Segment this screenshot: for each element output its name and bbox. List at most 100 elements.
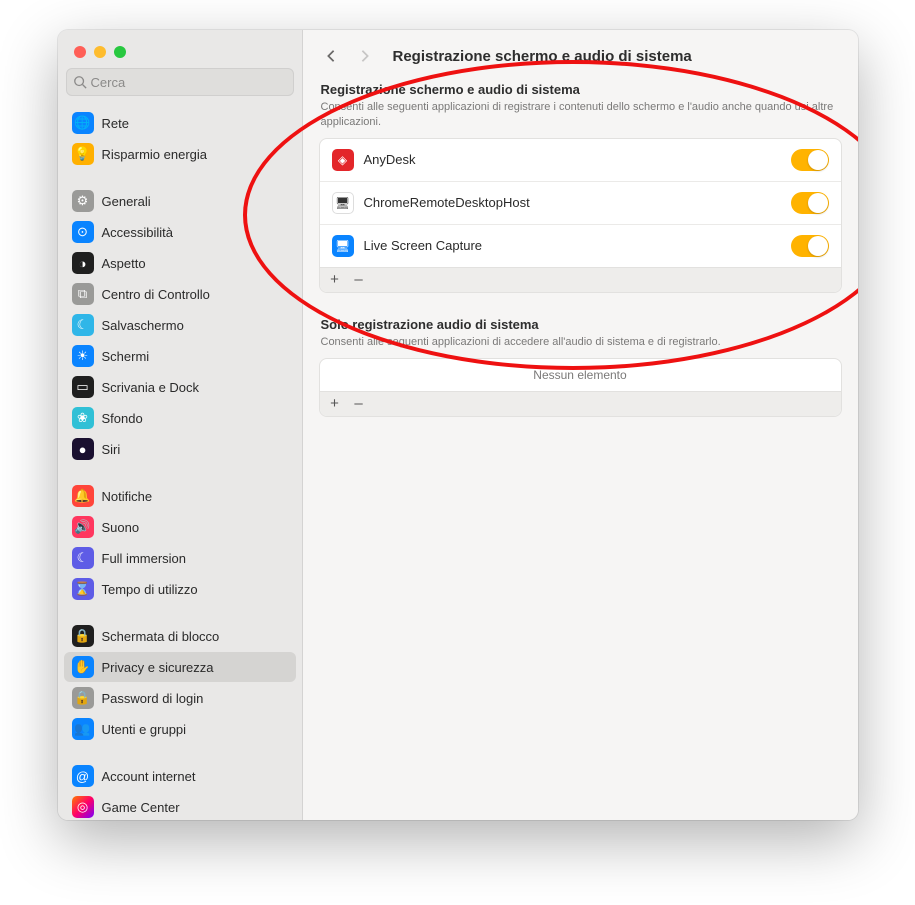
sidebar-item-label: Salvaschermo xyxy=(102,318,184,333)
sidebar-item-label: Account internet xyxy=(102,769,196,784)
sidebar: 🌐 Rete 💡 Risparmio energia ⚙Generali ⊙ Accessi… xyxy=(58,30,303,820)
sidebar-item-label: Tempo di utilizzo xyxy=(102,582,198,597)
sidebar-icon: ☀ xyxy=(72,345,94,367)
sidebar-icon: ⊙ xyxy=(72,221,94,243)
sidebar-list[interactable]: 🌐 Rete 💡 Risparmio energia ⚙Generali ⊙ Accessi… xyxy=(58,104,302,820)
sidebar-item-label: Privacy e sicurezza xyxy=(102,660,214,675)
back-button[interactable] xyxy=(319,44,343,68)
sidebar-item[interactable]: ☾ Salvaschermo xyxy=(64,310,296,340)
empty-list-label: Nessun elemento xyxy=(320,359,841,391)
sidebar-item[interactable]: 🔔 Notifiche xyxy=(64,481,296,511)
sidebar-item[interactable]: 👥 Utenti e gruppi xyxy=(64,714,296,744)
sidebar-item-label: Aspetto xyxy=(102,256,146,271)
sidebar-icon: 🔒 xyxy=(72,625,94,647)
app-row: ◈AnyDesk xyxy=(320,139,841,182)
section2-title: Solo registrazione audio di sistema xyxy=(321,317,840,332)
sidebar-item[interactable]: @ Account internet xyxy=(64,761,296,791)
audio-footer: + – xyxy=(320,391,841,416)
apps-footer: + – xyxy=(320,267,841,292)
sidebar-icon: @ xyxy=(72,765,94,787)
close-window-button[interactable] xyxy=(74,46,86,58)
sidebar-item-label: Centro di Controllo xyxy=(102,287,210,302)
sidebar-icon: ☾ xyxy=(72,314,94,336)
sidebar-icon: 💡 xyxy=(72,143,94,165)
sidebar-item-label: Schermi xyxy=(102,349,150,364)
apps-panel: ◈AnyDesk 🖥 ChromeRemoteDesktopHost 🖥 Live Sc… xyxy=(319,138,842,293)
sidebar-item[interactable]: ☀ Schermi xyxy=(64,341,296,371)
sidebar-item-label: Risparmio energia xyxy=(102,147,208,162)
content-scroll[interactable]: Registrazione schermo e audio di sistema… xyxy=(303,80,858,820)
sidebar-item[interactable]: ◎ Game Center xyxy=(64,792,296,820)
sidebar-icon: ▭ xyxy=(72,376,94,398)
remove-audio-app-button[interactable]: – xyxy=(348,394,370,414)
sidebar-icon: 🌐 xyxy=(72,112,94,134)
search-field[interactable] xyxy=(66,68,294,96)
maximize-window-button[interactable] xyxy=(114,46,126,58)
app-icon: 🖥 xyxy=(332,192,354,214)
sidebar-icon: ◑ xyxy=(72,252,94,274)
audio-panel: Nessun elemento + – xyxy=(319,358,842,417)
sidebar-icon: 🔒 xyxy=(72,687,94,709)
sidebar-icon: 🔔 xyxy=(72,485,94,507)
sidebar-item[interactable]: ❀ Sfondo xyxy=(64,403,296,433)
permission-toggle[interactable] xyxy=(791,149,829,171)
sidebar-item-label: Password di login xyxy=(102,691,204,706)
sidebar-item-label: Schermata di blocco xyxy=(102,629,220,644)
sidebar-item-label: Rete xyxy=(102,116,129,131)
app-name-label: ChromeRemoteDesktopHost xyxy=(364,195,791,210)
sidebar-item-label: Accessibilità xyxy=(102,225,174,240)
app-row: 🖥 Live Screen Capture xyxy=(320,225,841,267)
sidebar-icon: ● xyxy=(72,438,94,460)
sidebar-item-label: Scrivania e Dock xyxy=(102,380,200,395)
sidebar-icon: ◎ xyxy=(72,796,94,818)
page-title: Registrazione schermo e audio di sistema xyxy=(393,48,692,65)
sidebar-item[interactable]: 🌐 Rete xyxy=(64,108,296,138)
app-icon: 🖥 xyxy=(332,235,354,257)
sidebar-item[interactable]: ▭ Scrivania e Dock xyxy=(64,372,296,402)
traffic-lights xyxy=(58,30,302,68)
add-audio-app-button[interactable]: + xyxy=(324,394,346,414)
section1-title: Registrazione schermo e audio di sistema xyxy=(321,82,840,97)
sidebar-item-label: Notifiche xyxy=(102,489,153,504)
sidebar-item[interactable]: ⌛Tempo di utilizzo xyxy=(64,574,296,604)
remove-app-button[interactable]: – xyxy=(348,270,370,290)
sidebar-item[interactable]: 🔊 Suono xyxy=(64,512,296,542)
sidebar-item[interactable]: ● Siri xyxy=(64,434,296,464)
sidebar-item[interactable]: ⊙ Accessibilità xyxy=(64,217,296,247)
sidebar-item[interactable]: 🔒 Password di login xyxy=(64,683,296,713)
sidebar-icon: ✋ xyxy=(72,656,94,678)
sidebar-icon: 🔊 xyxy=(72,516,94,538)
sidebar-item-label: Game Center xyxy=(102,800,180,815)
sidebar-item-label: Full immersion xyxy=(102,551,187,566)
content-pane: Registrazione schermo e audio di sistema… xyxy=(303,30,858,820)
forward-button[interactable] xyxy=(353,44,377,68)
sidebar-item[interactable]: 🔒 Schermata di blocco xyxy=(64,621,296,651)
sidebar-item-label: Generali xyxy=(102,194,151,209)
section2-desc: Consenti alle seguenti applicazioni di a… xyxy=(321,335,840,350)
sidebar-icon: ⧉ xyxy=(72,283,94,305)
sidebar-item[interactable]: ✋ Privacy e sicurezza xyxy=(64,652,296,682)
minimize-window-button[interactable] xyxy=(94,46,106,58)
permission-toggle[interactable] xyxy=(791,235,829,257)
sidebar-item[interactable]: ⚙Generali xyxy=(64,186,296,216)
search-input[interactable] xyxy=(91,75,287,90)
add-app-button[interactable]: + xyxy=(324,270,346,290)
sidebar-item-label: Siri xyxy=(102,442,121,457)
sidebar-icon: ❀ xyxy=(72,407,94,429)
app-name-label: Live Screen Capture xyxy=(364,238,791,253)
settings-window: 🌐 Rete 💡 Risparmio energia ⚙Generali ⊙ Accessi… xyxy=(58,30,858,820)
search-icon xyxy=(73,75,87,89)
sidebar-item[interactable]: ⧉ Centro di Controllo xyxy=(64,279,296,309)
sidebar-item-label: Utenti e gruppi xyxy=(102,722,187,737)
sidebar-icon: 👥 xyxy=(72,718,94,740)
sidebar-item[interactable]: ☾ Full immersion xyxy=(64,543,296,573)
sidebar-item-label: Suono xyxy=(102,520,140,535)
sidebar-icon: ☾ xyxy=(72,547,94,569)
app-name-label: AnyDesk xyxy=(364,152,791,167)
sidebar-item[interactable]: ◑ Aspetto xyxy=(64,248,296,278)
app-row: 🖥 ChromeRemoteDesktopHost xyxy=(320,182,841,225)
section1-desc: Consenti alle seguenti applicazioni di r… xyxy=(321,100,840,130)
sidebar-item-label: Sfondo xyxy=(102,411,143,426)
permission-toggle[interactable] xyxy=(791,192,829,214)
sidebar-item[interactable]: 💡 Risparmio energia xyxy=(64,139,296,169)
